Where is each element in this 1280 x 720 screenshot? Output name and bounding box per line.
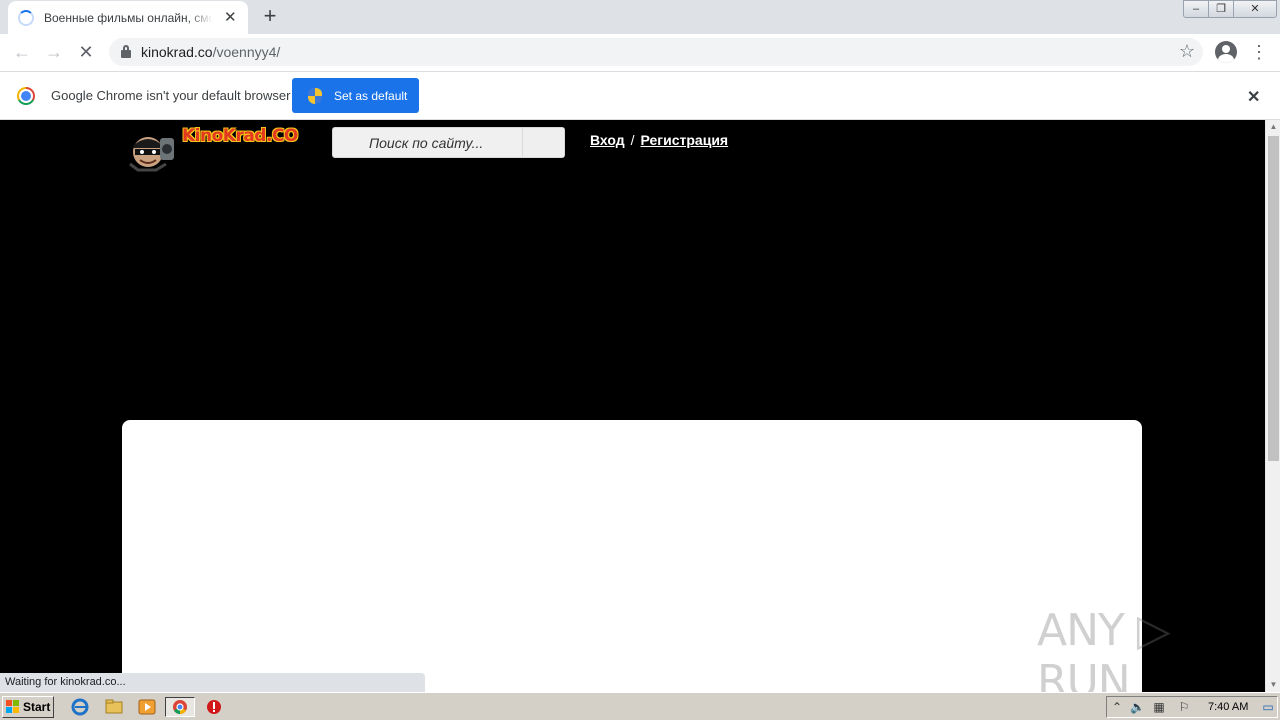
tab-strip: Военные фильмы онлайн, смотреть бесплатн… xyxy=(0,0,1280,34)
address-bar[interactable]: kinokrad.co/voennyy4/ ☆ xyxy=(109,38,1203,66)
bandit-mascot-icon xyxy=(129,137,174,172)
infobar-close-icon[interactable]: ✕ xyxy=(1247,87,1260,107)
account-avatar-icon[interactable] xyxy=(1215,41,1237,63)
bookmark-star-icon[interactable]: ☆ xyxy=(1179,41,1195,62)
login-link[interactable]: Вход xyxy=(590,132,625,148)
tab-close-icon[interactable]: ✕ xyxy=(223,9,238,26)
logo-text: KinoKrad.CO xyxy=(182,126,298,146)
restore-button[interactable]: ❐ xyxy=(1208,0,1234,18)
default-browser-infobar: Google Chrome isn't your default browser… xyxy=(0,72,1280,120)
system-tray: ⌃ 🔈 ▦ ⚐ 7:40 AM ▭ xyxy=(1106,696,1278,718)
search-input[interactable] xyxy=(333,128,522,157)
chrome-taskbar-button[interactable] xyxy=(165,697,195,717)
page-scrollbar[interactable]: ▲ ▼ xyxy=(1265,120,1280,692)
auth-links: Вход / Регистрация xyxy=(590,132,728,148)
chrome-logo-icon xyxy=(17,87,35,105)
forward-button[interactable]: → xyxy=(42,40,66,64)
search-button[interactable] xyxy=(522,128,564,157)
web-page: KinoKrad.CO Вход / Регистрация ANY ▷ RUN xyxy=(0,120,1265,692)
browser-tab[interactable]: Военные фильмы онлайн, смотреть бесплатн… xyxy=(8,1,248,34)
chrome-taskbar-icon xyxy=(173,700,187,714)
media-player-icon[interactable] xyxy=(136,697,158,717)
show-desktop-icon[interactable]: ▭ xyxy=(1261,700,1275,714)
file-explorer-icon[interactable] xyxy=(103,697,125,717)
start-button[interactable]: Start xyxy=(2,696,54,718)
register-link[interactable]: Регистрация xyxy=(641,132,729,148)
site-search xyxy=(332,127,565,158)
loading-spinner-icon xyxy=(18,9,34,26)
stop-sign-icon[interactable] xyxy=(203,697,225,717)
url-host: kinokrad.co xyxy=(141,44,213,60)
stop-loading-button[interactable]: ✕ xyxy=(74,40,98,64)
windows-taskbar: Start ⌃ 🔈 ▦ ⚐ 7:40 AM ▭ xyxy=(0,692,1280,720)
minimize-button[interactable]: – xyxy=(1183,0,1209,18)
tab-title: Военные фильмы онлайн, смотреть бесплатн… xyxy=(44,10,213,25)
chrome-menu-icon[interactable]: ⋮ xyxy=(1250,40,1268,64)
url-text[interactable]: kinokrad.co/voennyy4/ xyxy=(141,44,280,60)
anyrun-watermark: ANY ▷ RUN xyxy=(1037,605,1171,692)
url-path: /voennyy4/ xyxy=(212,44,281,60)
action-center-flag-icon[interactable]: ⚐ xyxy=(1177,700,1191,714)
network-icon[interactable]: ▦ xyxy=(1152,700,1166,714)
set-as-default-button[interactable]: Set as default xyxy=(292,78,419,113)
start-label: Start xyxy=(23,700,51,714)
window-controls: – ❐ ✕ xyxy=(1183,0,1277,18)
windows-logo-icon xyxy=(6,700,20,714)
internet-explorer-icon[interactable] xyxy=(69,697,91,717)
infobar-message: Google Chrome isn't your default browser xyxy=(51,88,291,103)
set-as-default-label: Set as default xyxy=(334,88,408,103)
browser-toolbar: ← → ✕ kinokrad.co/voennyy4/ ☆ ⋮ xyxy=(0,34,1280,72)
status-bubble: Waiting for kinokrad.co... xyxy=(0,673,425,692)
content-area xyxy=(122,420,1142,692)
scroll-thumb[interactable] xyxy=(1268,136,1279,461)
scroll-down-icon[interactable]: ▼ xyxy=(1266,678,1280,692)
new-tab-button[interactable]: + xyxy=(259,5,281,28)
lock-icon[interactable] xyxy=(121,45,131,58)
auth-separator: / xyxy=(630,132,635,148)
back-button[interactable]: ← xyxy=(10,40,34,64)
show-hidden-icons-icon[interactable]: ⌃ xyxy=(1110,700,1124,714)
close-window-button[interactable]: ✕ xyxy=(1233,0,1277,18)
scroll-up-icon[interactable]: ▲ xyxy=(1266,120,1280,134)
volume-icon[interactable]: 🔈 xyxy=(1130,700,1145,714)
uac-shield-icon xyxy=(308,87,322,104)
site-logo[interactable]: KinoKrad.CO xyxy=(120,124,300,176)
taskbar-clock[interactable]: 7:40 AM xyxy=(1208,701,1248,713)
